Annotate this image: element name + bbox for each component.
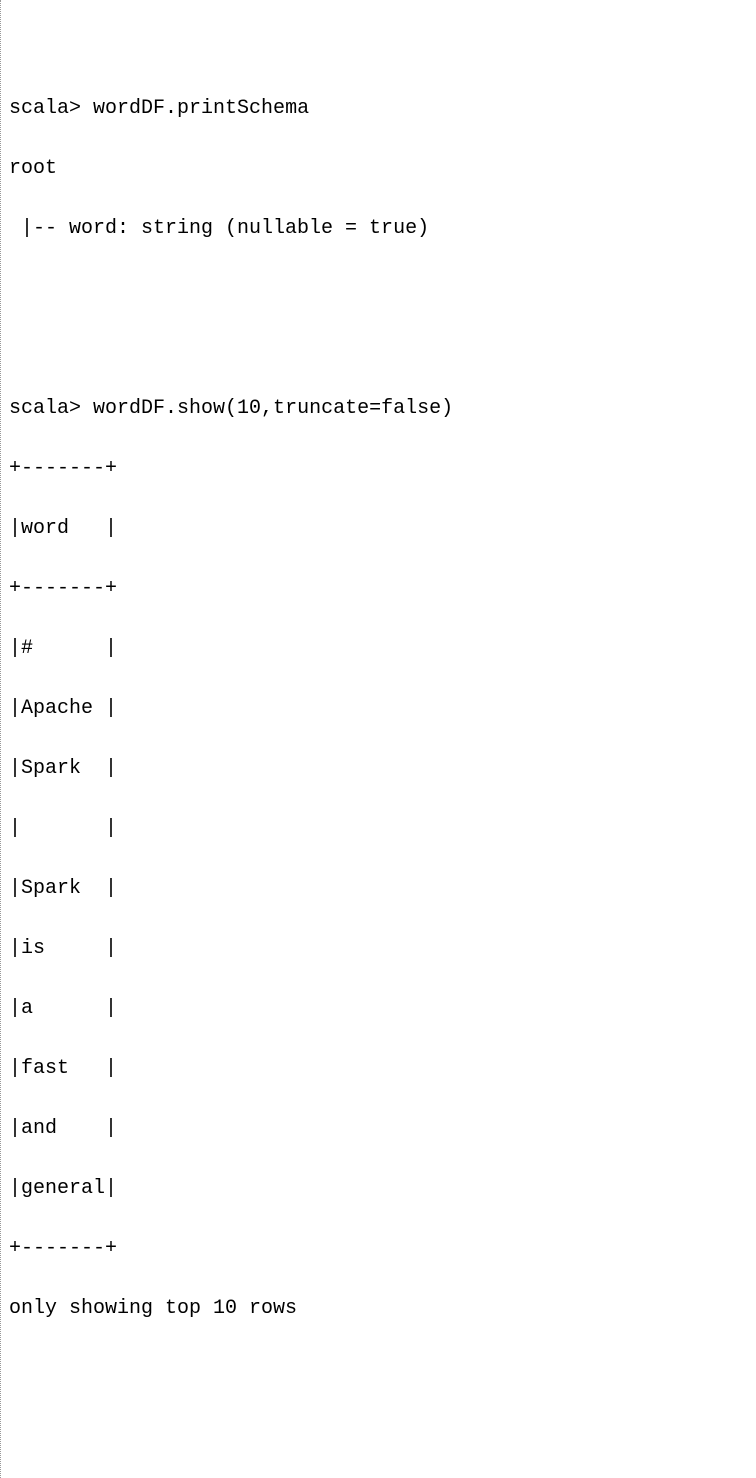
- table-row: |general|: [9, 1174, 748, 1204]
- table-border-bottom: +-------+: [9, 1234, 748, 1264]
- repl-prompt: scala>: [9, 97, 81, 120]
- blank-line-1: [9, 274, 748, 304]
- repl-line-2: scala> wordDF.show(10,truncate=false): [9, 394, 748, 424]
- repl-line-1: scala> wordDF.printSchema: [9, 94, 748, 124]
- table-header: |word |: [9, 514, 748, 544]
- table-row: | |: [9, 814, 748, 844]
- table-row: |Apache |: [9, 694, 748, 724]
- table-row: |is |: [9, 934, 748, 964]
- table-row: |# |: [9, 634, 748, 664]
- table-row: |and |: [9, 1114, 748, 1144]
- table-row: |a |: [9, 994, 748, 1024]
- table-row: |fast |: [9, 1054, 748, 1084]
- blank-line-2: [9, 334, 748, 364]
- repl-prompt: scala>: [9, 397, 81, 420]
- table-row: |Spark |: [9, 754, 748, 784]
- repl-command-2: wordDF.show(10,truncate=false): [93, 397, 453, 420]
- schema-root: root: [9, 154, 748, 184]
- table-border-mid: +-------+: [9, 574, 748, 604]
- table-footer-message: only showing top 10 rows: [9, 1294, 748, 1324]
- table-border-top: +-------+: [9, 454, 748, 484]
- table-row: |Spark |: [9, 874, 748, 904]
- schema-field: |-- word: string (nullable = true): [9, 214, 748, 244]
- repl-command-1: wordDF.printSchema: [93, 97, 309, 120]
